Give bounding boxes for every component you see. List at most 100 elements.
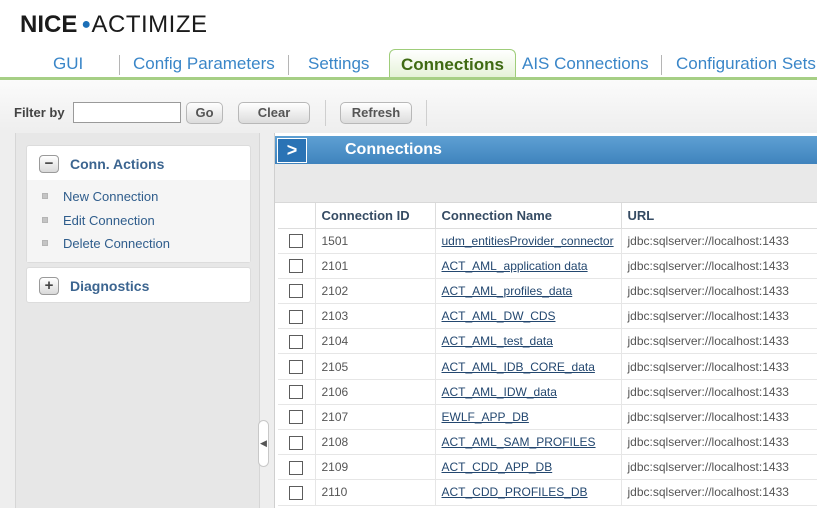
table-row[interactable]: 2101 ACT_AML_application data jdbc:sqlserv… — [278, 253, 817, 279]
connection-name-link[interactable]: ACT_AML_IDB_CORE_data — [442, 360, 595, 374]
row-select-cell — [278, 278, 316, 305]
conn-actions-header[interactable]: − Conn. Actions — [27, 146, 250, 180]
left-panel: − Conn. Actions New Connection Edit Conn… — [15, 133, 260, 508]
tab-config-parameters[interactable]: Config Parameters — [133, 54, 275, 78]
logo-part-actimize: ACTIMIZE — [91, 11, 208, 38]
diagnostics-header[interactable]: + Diagnostics — [27, 268, 250, 302]
connection-url-cell: jdbc:sqlserver://localhost:1433 — [621, 479, 817, 506]
content-area: − Conn. Actions New Connection Edit Conn… — [0, 133, 817, 508]
connection-name-link[interactable]: ACT_CDD_PROFILES_DB — [442, 485, 588, 499]
tab-ais-connections[interactable]: AIS Connections — [522, 54, 649, 78]
column-header-connection-id[interactable]: Connection ID — [315, 203, 436, 229]
row-checkbox[interactable] — [289, 309, 304, 324]
row-checkbox[interactable] — [289, 385, 304, 400]
connection-name-link[interactable]: ACT_AML_test_data — [442, 334, 553, 348]
action-edit-connection[interactable]: Edit Connection — [27, 209, 250, 233]
row-checkbox[interactable] — [289, 234, 304, 248]
tab-connections[interactable]: Connections — [389, 49, 516, 79]
collapse-sidebar-handle[interactable]: ◀ — [258, 420, 269, 467]
table-row[interactable]: 2107 EWLF_APP_DB jdbc:sqlserver://localhos… — [278, 404, 817, 431]
row-select-cell — [278, 454, 316, 481]
connection-name-cell: ACT_CDD_PROFILES_DB — [435, 479, 622, 506]
tab-configuration-sets[interactable]: Configuration Sets — [676, 54, 816, 78]
row-select-cell — [278, 228, 316, 254]
connection-name-cell: ACT_CDD_APP_DB — [435, 454, 622, 481]
connection-name-cell: ACT_AML_SAM_PROFILES — [435, 429, 622, 456]
select-column-header — [278, 203, 316, 229]
action-label[interactable]: Delete Connection — [63, 236, 170, 251]
clear-button[interactable]: Clear — [238, 102, 310, 124]
connection-name-link[interactable]: ACT_AML_application data — [442, 259, 588, 273]
table-body: 1501 udm_entitiesProvider_connector jdbc:s… — [278, 228, 817, 506]
connection-name-link[interactable]: ACT_AML_DW_CDS — [442, 309, 556, 323]
table-row[interactable]: 2109 ACT_CDD_APP_DB jdbc:sqlserver://local… — [278, 454, 817, 481]
connections-table: Connection ID Connection Name URL 1501 ud… — [278, 203, 817, 506]
go-button[interactable]: Go — [186, 102, 223, 124]
action-label[interactable]: New Connection — [63, 189, 158, 204]
connection-name-link[interactable]: ACT_AML_IDW_data — [442, 385, 557, 399]
connection-id-cell: 2103 — [315, 303, 436, 330]
row-checkbox[interactable] — [289, 460, 304, 475]
connection-name-link[interactable]: ACT_AML_profiles_data — [442, 284, 573, 298]
diagnostics-section: + Diagnostics — [26, 267, 251, 303]
tab-settings[interactable]: Settings — [308, 54, 369, 78]
connection-id-cell: 2108 — [315, 429, 436, 456]
row-checkbox[interactable] — [289, 259, 304, 274]
main-tab-bar: GUI Config Parameters Settings Connectio… — [0, 47, 817, 80]
row-checkbox[interactable] — [289, 334, 304, 349]
conn-actions-section: − Conn. Actions New Connection Edit Conn… — [26, 145, 251, 263]
connection-id-cell: 2109 — [315, 454, 436, 481]
column-header-url[interactable]: URL — [621, 203, 817, 229]
connection-id-cell: 2102 — [315, 278, 436, 305]
bullet-icon — [42, 216, 48, 223]
table-row[interactable]: 2108 ACT_AML_SAM_PROFILES jdbc:sqlserver:/… — [278, 429, 817, 456]
row-checkbox[interactable] — [289, 435, 304, 450]
connection-id-cell: 2107 — [315, 404, 436, 431]
tab-separator — [288, 55, 289, 75]
row-select-cell — [278, 479, 316, 506]
connection-name-link[interactable]: ACT_AML_SAM_PROFILES — [442, 435, 596, 449]
connection-url-cell: jdbc:sqlserver://localhost:1433 — [621, 429, 817, 456]
filter-toolbar: Filter by Go Clear Refresh — [0, 80, 817, 133]
refresh-button[interactable]: Refresh — [340, 102, 412, 124]
table-row[interactable]: 2106 ACT_AML_IDW_data jdbc:sqlserver://loc… — [278, 379, 817, 405]
connection-url-cell: jdbc:sqlserver://localhost:1433 — [621, 328, 817, 355]
connection-name-link[interactable]: EWLF_APP_DB — [442, 410, 529, 424]
chevron-right-icon[interactable]: > — [277, 138, 307, 163]
table-row[interactable]: 2105 ACT_AML_IDB_CORE_data jdbc:sqlserver:… — [278, 353, 817, 380]
table-row[interactable]: 2103 ACT_AML_DW_CDS jdbc:sqlserver://local… — [278, 303, 817, 330]
row-select-cell — [278, 429, 316, 456]
row-select-cell — [278, 253, 316, 279]
row-checkbox[interactable] — [289, 410, 304, 425]
filter-input[interactable] — [73, 102, 181, 123]
table-row[interactable]: 2102 ACT_AML_profiles_data jdbc:sqlserver:… — [278, 278, 817, 305]
row-checkbox[interactable] — [289, 359, 304, 374]
table-row[interactable]: 2104 ACT_AML_test_data jdbc:sqlserver://lo… — [278, 328, 817, 355]
connection-id-cell: 2106 — [315, 379, 436, 405]
action-label[interactable]: Edit Connection — [63, 213, 155, 228]
connection-id-cell: 2104 — [315, 328, 436, 355]
connection-id-cell: 2110 — [315, 479, 436, 506]
tab-gui[interactable]: GUI — [53, 54, 83, 78]
connection-name-cell: ACT_AML_IDB_CORE_data — [435, 353, 622, 380]
collapse-icon[interactable]: − — [39, 155, 59, 173]
action-new-connection[interactable]: New Connection — [27, 185, 250, 209]
connection-url-cell: jdbc:sqlserver://localhost:1433 — [621, 253, 817, 279]
connection-url-cell: jdbc:sqlserver://localhost:1433 — [621, 379, 817, 405]
connection-name-link[interactable]: ACT_CDD_APP_DB — [442, 460, 553, 474]
connection-url-cell: jdbc:sqlserver://localhost:1433 — [621, 278, 817, 305]
expand-icon[interactable]: + — [39, 277, 59, 295]
table-row[interactable]: 1501 udm_entitiesProvider_connector jdbc:s… — [278, 228, 817, 254]
connection-name-link[interactable]: udm_entitiesProvider_connector — [442, 234, 614, 248]
row-checkbox[interactable] — [289, 485, 304, 500]
row-select-cell — [278, 303, 316, 330]
connection-name-cell: EWLF_APP_DB — [435, 404, 622, 431]
connection-name-cell: udm_entitiesProvider_connector — [435, 228, 622, 254]
table-row[interactable]: 2110 ACT_CDD_PROFILES_DB jdbc:sqlserver://… — [278, 479, 817, 506]
column-header-connection-name[interactable]: Connection Name — [435, 203, 622, 229]
filter-label: Filter by — [14, 105, 65, 120]
row-checkbox[interactable] — [289, 284, 304, 299]
action-delete-connection[interactable]: Delete Connection — [27, 232, 250, 256]
panel-toolbar-strip — [275, 164, 817, 203]
app-header: NICE ●ACTIMIZE GUI Config Parameters Sett… — [0, 0, 817, 80]
